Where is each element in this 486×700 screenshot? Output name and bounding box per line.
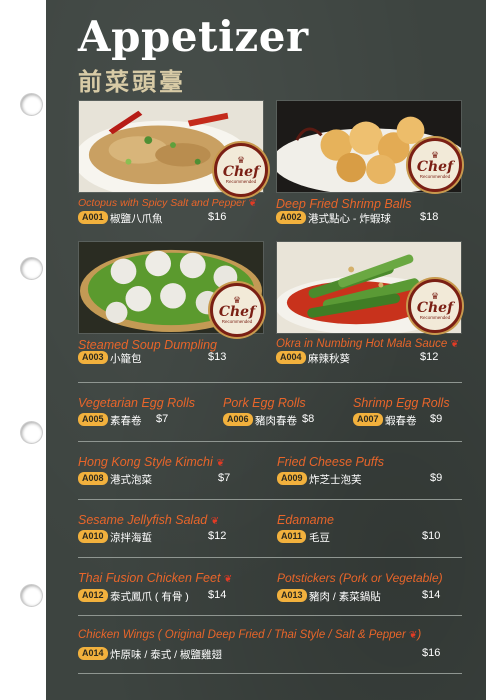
- item-code-a013: A013: [277, 589, 307, 602]
- item-code-a009: A009: [277, 472, 307, 485]
- item-chinese-a010: 涼拌海蜇: [110, 532, 152, 544]
- item-price-a004: $12: [420, 351, 439, 363]
- chili-icon: ❦: [248, 198, 257, 209]
- item-name-a005: Vegetarian Egg Rolls: [78, 396, 195, 410]
- item-code-a012: A012: [78, 589, 108, 602]
- item-chinese-a014: 炸原味 / 泰式 / 椒鹽雞翅: [110, 649, 223, 661]
- item-price-a009: $9: [430, 472, 443, 484]
- divider: [78, 615, 462, 616]
- divider: [78, 441, 462, 442]
- item-name-a007: Shrimp Egg Rolls: [353, 396, 450, 410]
- item-price-a005: $7: [156, 413, 169, 425]
- item-chinese-a002: 港式點心 - 炸蝦球: [308, 213, 391, 225]
- item-code-a005: A005: [78, 413, 108, 426]
- item-name-a001: Octopus with Spicy Salt and Pepper ❦: [78, 197, 257, 209]
- item-price-a013: $14: [422, 589, 441, 601]
- divider: [78, 673, 462, 674]
- item-chinese-a011: 毛豆: [309, 532, 330, 544]
- item-code-a008: A008: [78, 472, 108, 485]
- binder-strip: [0, 0, 46, 700]
- item-code-a014: A014: [78, 647, 108, 660]
- divider: [78, 382, 462, 383]
- item-price-a008: $7: [218, 472, 231, 484]
- chili-icon: ❦: [450, 339, 459, 350]
- chef-recommended-badge: ♛ Chef Recommended: [408, 279, 462, 333]
- item-chinese-a006: 豬肉春卷: [255, 415, 297, 427]
- chef-recommended-badge: ♛ Chef Recommended: [408, 138, 462, 192]
- divider: [78, 557, 462, 558]
- item-price-a002: $18: [420, 211, 439, 223]
- item-code-a004: A004: [276, 351, 306, 364]
- item-chinese-a013: 豬肉 / 素菜鍋貼: [309, 591, 381, 603]
- item-price-a003: $13: [208, 351, 227, 363]
- item-name-a008: Hong Kong Style Kimchi ❦: [78, 455, 225, 469]
- item-name-a013: Potstickers (Pork or Vegetable): [277, 571, 443, 585]
- binder-hole: [21, 258, 42, 279]
- item-code-a011: A011: [277, 530, 307, 543]
- menu-page: Appetizer 前菜頭臺 ♛ Chef Recommended ♛ Chef…: [46, 0, 486, 700]
- item-price-a006: $8: [302, 413, 315, 425]
- item-chinese-a012: 泰式鳳爪 ( 有骨 ): [110, 591, 189, 603]
- item-chinese-a003: 小籠包: [110, 353, 142, 365]
- chili-icon: ❦: [223, 574, 233, 585]
- chef-recommended-badge: ♛ Chef Recommended: [214, 143, 268, 197]
- item-name-a010: Sesame Jellyfish Salad ❦: [78, 513, 220, 527]
- chili-icon: ❦: [216, 458, 225, 469]
- item-code-a003: A003: [78, 351, 108, 364]
- item-code-a006: A006: [223, 413, 253, 426]
- item-chinese-a001: 椒鹽八爪魚: [110, 213, 163, 225]
- item-code-a010: A010: [78, 530, 108, 543]
- item-price-a001: $16: [208, 211, 227, 223]
- item-chinese-a005: 素春卷: [110, 415, 142, 427]
- binder-hole: [21, 94, 42, 115]
- item-price-a011: $10: [422, 530, 441, 542]
- item-name-a004: Okra in Numbing Hot Mala Sauce ❦: [276, 338, 459, 350]
- item-price-a014: $16: [422, 647, 441, 659]
- item-name-a014: Chicken Wings ( Original Deep Fried / Th…: [78, 629, 422, 641]
- binder-hole: [21, 422, 42, 443]
- page-subtitle-chinese: 前菜頭臺: [78, 67, 186, 96]
- item-code-a002: A002: [276, 211, 306, 224]
- item-chinese-a007: 蝦春卷: [385, 415, 417, 427]
- page-title: Appetizer: [78, 12, 309, 61]
- item-chinese-a008: 港式泡菜: [110, 474, 152, 486]
- item-name-a006: Pork Egg Rolls: [223, 396, 306, 410]
- item-chinese-a009: 炸芝士泡芙: [309, 474, 362, 486]
- chef-recommended-badge: ♛ Chef Recommended: [210, 283, 264, 337]
- item-name-a012: Thai Fusion Chicken Feet ❦: [78, 571, 233, 585]
- item-name-a003: Steamed Soup Dumpling: [78, 338, 217, 352]
- item-chinese-a004: 麻辣秋葵: [308, 353, 350, 365]
- chili-icon: ❦: [210, 516, 220, 527]
- item-price-a007: $9: [430, 413, 443, 425]
- item-name-a011: Edamame: [277, 513, 334, 527]
- item-price-a012: $14: [208, 589, 227, 601]
- item-code-a001: A001: [78, 211, 108, 224]
- binder-hole: [21, 585, 42, 606]
- item-name-a002: Deep Fried Shrimp Balls: [276, 197, 412, 211]
- item-code-a007: A007: [353, 413, 383, 426]
- item-name-a009: Fried Cheese Puffs: [277, 455, 384, 469]
- divider: [78, 499, 462, 500]
- item-price-a010: $12: [208, 530, 227, 542]
